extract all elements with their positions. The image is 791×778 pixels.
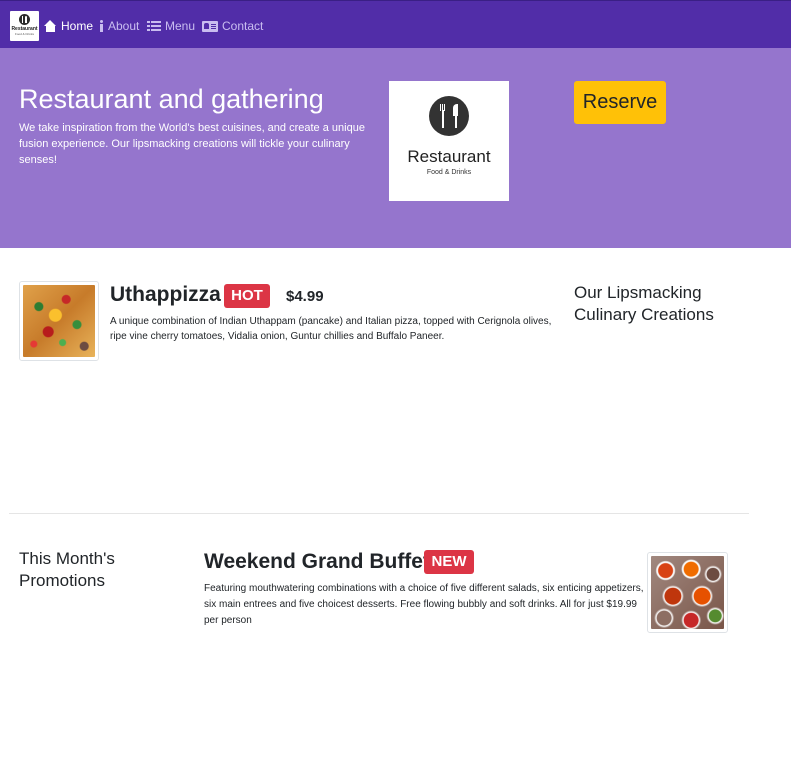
nav-item-label: Menu (165, 19, 196, 33)
info-icon (99, 20, 104, 32)
promotions-heading: This Month's Promotions (19, 549, 115, 590)
nav-item-about[interactable]: About (99, 17, 139, 35)
home-icon (44, 20, 57, 32)
dish-name: Uthappizza (110, 283, 221, 306)
hot-badge: HOT (224, 284, 270, 308)
nav-item-label: About (108, 19, 140, 33)
uthappizza-image (19, 281, 99, 361)
nav-item-home[interactable]: Home (44, 17, 93, 35)
plate-icon (429, 96, 469, 136)
dish-price: $4.99 (286, 288, 324, 305)
restaurant-logo: Restaurant Food & Drinks (389, 81, 509, 201)
list-icon (147, 20, 161, 32)
reserve-button[interactable]: Reserve (574, 81, 666, 124)
knife-icon (453, 104, 458, 128)
address-card-icon (202, 20, 218, 32)
logo-subtitle: Food & Drinks (426, 169, 472, 176)
navbar: Restaurant Food & Drinks Home About Menu… (0, 0, 791, 48)
fork-icon (440, 104, 446, 128)
dish-description: A unique combination of Indian Uthappam … (110, 316, 552, 342)
creations-heading: Our Lipsmacking Culinary Creations (574, 283, 714, 324)
hero-description: We take inspiration from the World's bes… (19, 122, 365, 166)
nav-item-menu[interactable]: Menu (147, 17, 195, 35)
section-divider (9, 513, 749, 514)
fork-knife-plate-icon (19, 14, 30, 25)
nav-item-contact[interactable]: Contact (202, 17, 263, 35)
promotion-title: Weekend Grand Buffet (204, 550, 430, 573)
hero-title: Restaurant and gathering (19, 84, 324, 114)
nav-item-label: Home (61, 19, 94, 33)
logo-name: Restaurant (407, 147, 491, 166)
buffet-image (647, 552, 728, 633)
promotion-description: Featuring mouthwatering combinations wit… (204, 583, 644, 626)
nav-item-label: Contact (222, 19, 264, 33)
brand-subtitle: Food & Drinks (14, 32, 34, 36)
brand-logo[interactable]: Restaurant Food & Drinks (10, 11, 39, 41)
new-badge: NEW (424, 550, 474, 574)
